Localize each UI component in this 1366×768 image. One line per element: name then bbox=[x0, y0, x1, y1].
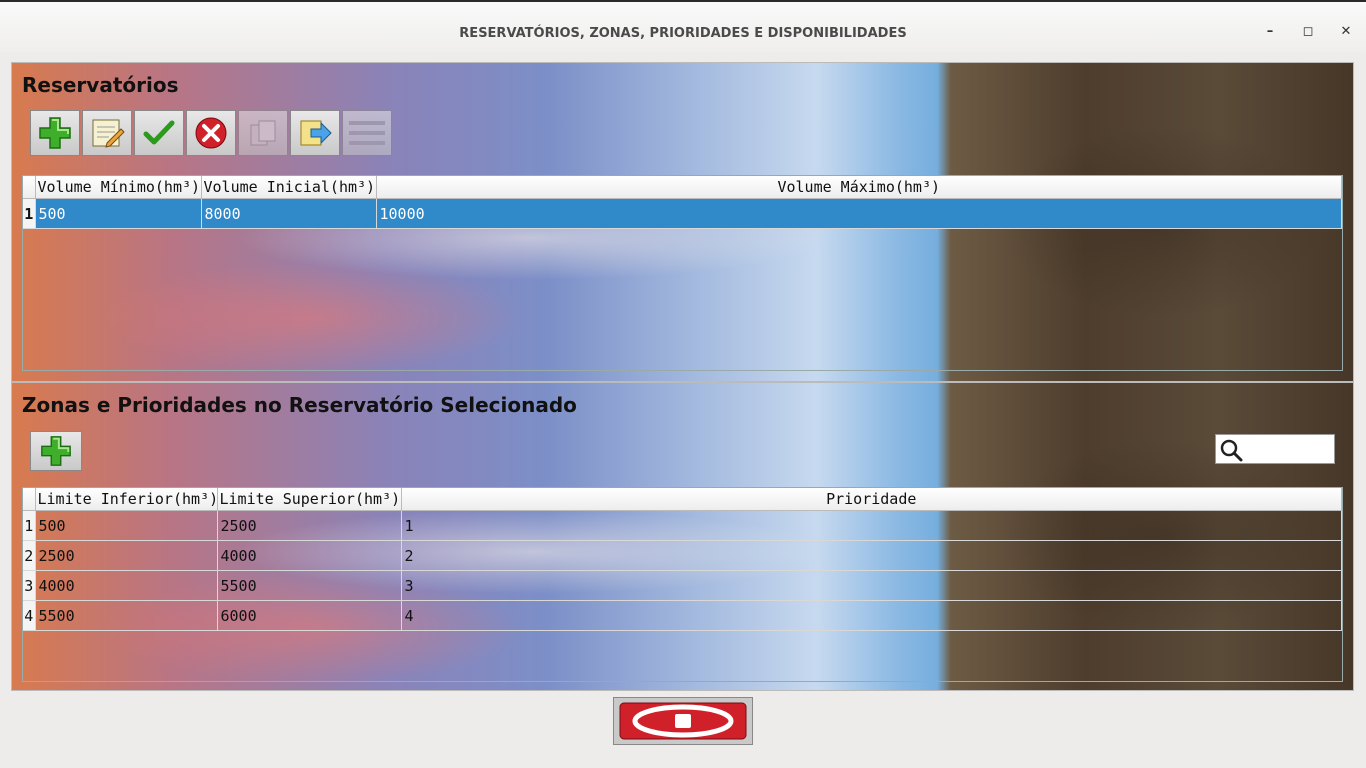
column-header[interactable]: Volume Inicial(hm³) bbox=[201, 176, 377, 199]
table-cell[interactable]: 5500 bbox=[217, 570, 402, 601]
title-bar: RESERVATÓRIOS, ZONAS, PRIORIDADES E DISP… bbox=[0, 0, 1366, 52]
column-header[interactable]: Volume Máximo(hm³) bbox=[376, 176, 1342, 199]
table-cell[interactable]: 5500 bbox=[35, 600, 218, 631]
minimize-button[interactable]: – bbox=[1260, 22, 1280, 42]
table-cell[interactable]: 4000 bbox=[35, 570, 218, 601]
column-header[interactable]: Prioridade bbox=[401, 488, 1342, 511]
table-cell[interactable]: 500 bbox=[35, 510, 218, 541]
row-number: 1 bbox=[23, 510, 36, 541]
row-number: 4 bbox=[23, 600, 36, 631]
exit-button[interactable] bbox=[613, 697, 753, 745]
search-input[interactable] bbox=[1244, 437, 1334, 463]
add-icon bbox=[41, 436, 71, 466]
cancel-icon bbox=[195, 117, 227, 149]
table-row[interactable]: 2 2500 4000 2 bbox=[23, 540, 1342, 571]
edit-icon bbox=[92, 119, 125, 148]
table-row[interactable]: 4 5500 6000 4 bbox=[23, 600, 1342, 631]
menu-button[interactable] bbox=[342, 110, 392, 156]
stop-icon bbox=[619, 702, 747, 740]
search-field[interactable] bbox=[1215, 434, 1335, 464]
row-number: 2 bbox=[23, 540, 36, 571]
export-icon bbox=[300, 120, 332, 146]
row-number: 1 bbox=[23, 198, 36, 229]
zones-heading: Zonas e Prioridades no Reservatório Sele… bbox=[22, 393, 577, 417]
table-cell[interactable]: 6000 bbox=[217, 600, 402, 631]
row-number: 3 bbox=[23, 570, 36, 601]
zones-panel: Zonas e Prioridades no Reservatório Sele… bbox=[11, 382, 1354, 691]
maximize-button[interactable]: ◻ bbox=[1298, 22, 1318, 42]
reservoirs-toolbar bbox=[30, 110, 394, 158]
table-cell[interactable]: 500 bbox=[35, 198, 202, 229]
column-header[interactable]: Limite Superior(hm³) bbox=[217, 488, 402, 511]
reservoirs-heading: Reservatórios bbox=[22, 73, 179, 97]
copy-icon bbox=[250, 120, 276, 146]
column-header[interactable]: Volume Mínimo(hm³) bbox=[35, 176, 202, 199]
zones-table: Limite Inferior(hm³) Limite Superior(hm³… bbox=[22, 487, 1343, 682]
window-title: RESERVATÓRIOS, ZONAS, PRIORIDADES E DISP… bbox=[459, 26, 907, 41]
add-button[interactable] bbox=[30, 110, 80, 156]
table-cell[interactable]: 2500 bbox=[217, 510, 402, 541]
close-button[interactable]: ✕ bbox=[1336, 22, 1356, 42]
table-cell[interactable]: 4 bbox=[401, 600, 1342, 631]
table-row[interactable]: 3 4000 5500 3 bbox=[23, 570, 1342, 601]
add-zone-button[interactable] bbox=[30, 431, 82, 471]
copy-button[interactable] bbox=[238, 110, 288, 156]
zones-toolbar bbox=[30, 431, 84, 479]
table-cell[interactable]: 10000 bbox=[376, 198, 1342, 229]
table-cell[interactable]: 2 bbox=[401, 540, 1342, 571]
search-icon bbox=[1220, 439, 1243, 462]
export-button[interactable] bbox=[290, 110, 340, 156]
confirm-button[interactable] bbox=[134, 110, 184, 156]
row-header-corner bbox=[23, 176, 36, 199]
table-cell[interactable]: 3 bbox=[401, 570, 1342, 601]
table-cell[interactable]: 4000 bbox=[217, 540, 402, 571]
table-cell[interactable]: 1 bbox=[401, 510, 1342, 541]
reservoirs-panel: Reservatórios Volume Mínimo(hm³) Volume … bbox=[11, 62, 1354, 382]
add-icon bbox=[39, 117, 71, 149]
table-row[interactable]: 1 500 2500 1 bbox=[23, 510, 1342, 541]
reservoirs-table: Volume Mínimo(hm³) Volume Inicial(hm³) V… bbox=[22, 175, 1343, 371]
edit-button[interactable] bbox=[82, 110, 132, 156]
check-icon bbox=[143, 120, 175, 145]
table-cell[interactable]: 2500 bbox=[35, 540, 218, 571]
table-row[interactable]: 1 500 8000 10000 bbox=[23, 198, 1342, 229]
row-header-corner bbox=[23, 488, 36, 511]
cancel-button[interactable] bbox=[186, 110, 236, 156]
table-cell[interactable]: 8000 bbox=[201, 198, 377, 229]
column-header[interactable]: Limite Inferior(hm³) bbox=[35, 488, 218, 511]
menu-icon bbox=[349, 121, 385, 145]
